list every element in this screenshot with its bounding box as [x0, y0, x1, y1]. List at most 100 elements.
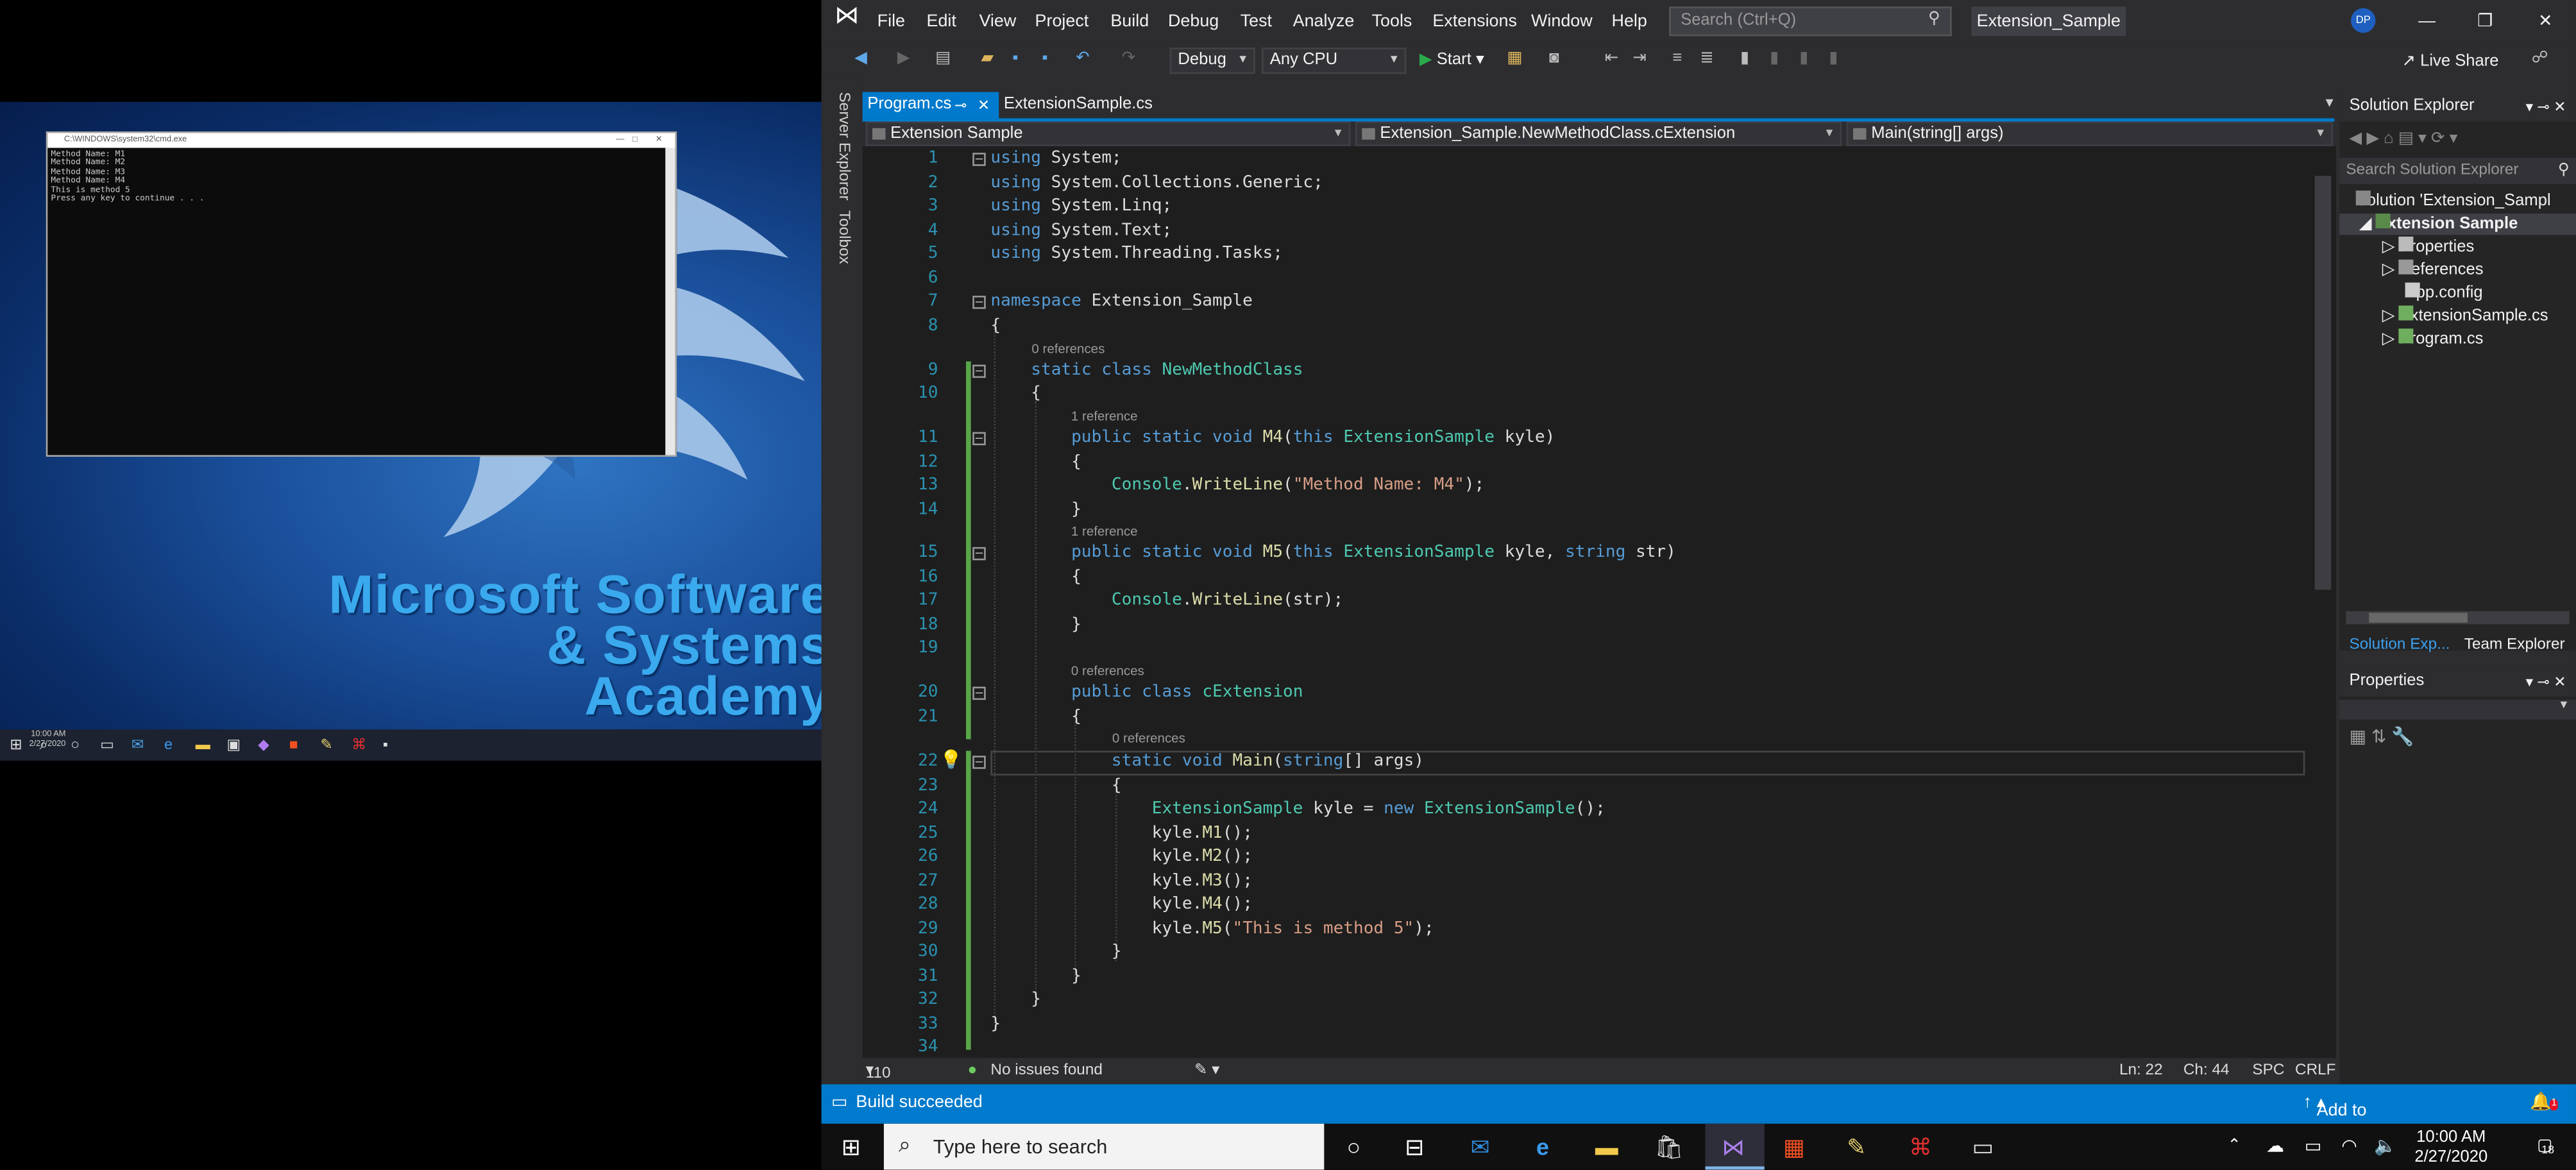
terminal-icon[interactable]: ▭: [1968, 1132, 1997, 1162]
mail-icon[interactable]: ✉: [131, 736, 144, 752]
zoom-dropdown[interactable]: 110 % ▾: [866, 1062, 891, 1103]
taskbar-search[interactable]: ⌕ Type here to search: [883, 1123, 1325, 1170]
battery-icon[interactable]: ▭: [2298, 1132, 2328, 1162]
menu-view[interactable]: View: [979, 12, 1016, 31]
camera-icon[interactable]: ◙: [1545, 49, 1564, 69]
quick-search[interactable]: Search (Ctrl+Q) ⚲: [1669, 6, 1952, 37]
codelens-references[interactable]: 0 references: [1031, 342, 1105, 359]
edge-icon[interactable]: e: [164, 736, 173, 752]
close-icon[interactable]: ✕: [978, 92, 990, 118]
redo-icon[interactable]: ↷: [1119, 49, 1139, 69]
tab-overflow-icon[interactable]: ▼: [2323, 96, 2336, 110]
minimize-icon[interactable]: —: [2418, 12, 2436, 31]
tab-program-cs[interactable]: Program.cs ⊸ ✕: [862, 92, 999, 119]
tree-properties[interactable]: ▷ Properties: [2382, 236, 2474, 258]
file-explorer-icon[interactable]: ▬: [196, 736, 210, 752]
office-icon[interactable]: ■: [289, 736, 298, 752]
console-scrollbar[interactable]: [665, 148, 675, 455]
task-view-icon[interactable]: ▭: [100, 736, 114, 752]
taskbar-clock[interactable]: 10:00 AM 2/27/2020: [2402, 1129, 2500, 1168]
scrollbar-thumb[interactable]: [2314, 176, 2332, 590]
solution-search[interactable]: Search Solution Explorer ⚲: [2339, 157, 2576, 184]
menu-file[interactable]: File: [877, 12, 905, 31]
solution-hscroll[interactable]: [2346, 611, 2570, 625]
pin-icon[interactable]: ⊸: [954, 92, 967, 118]
menu-analyze[interactable]: Analyze: [1293, 12, 1355, 31]
collapse-icon[interactable]: −: [972, 686, 986, 700]
visual-studio-icon[interactable]: ⋈: [1718, 1132, 1748, 1162]
tree-project[interactable]: ◢ Extension Sample: [2359, 213, 2518, 235]
properties-toolbar[interactable]: ▦ ⇅ 🔧: [2350, 726, 2414, 749]
attach-icon[interactable]: ▦: [1505, 49, 1525, 69]
user-avatar[interactable]: DP: [2351, 8, 2376, 33]
collapse-icon[interactable]: −: [972, 547, 986, 561]
menu-window[interactable]: Window: [1531, 12, 1593, 31]
menu-help[interactable]: Help: [1612, 12, 1647, 31]
app-icon[interactable]: ✎: [320, 736, 332, 752]
task-view-icon[interactable]: ⊟: [1400, 1132, 1429, 1162]
save-icon[interactable]: ▪: [1005, 49, 1025, 69]
pdf-icon[interactable]: ⌘: [1906, 1132, 1935, 1162]
cortana-icon[interactable]: ○: [1339, 1132, 1368, 1162]
menu-test[interactable]: Test: [1241, 12, 1272, 31]
bookmark-next-icon[interactable]: ▮: [1794, 49, 1814, 69]
edge-icon[interactable]: e: [1528, 1132, 1557, 1162]
solution-explorer-toolbar[interactable]: ◀ ▶ ⌂ ▤ ▾ ⟳ ▾: [2350, 128, 2458, 151]
line-ending-indicator[interactable]: CRLF: [2295, 1062, 2336, 1081]
restore-icon[interactable]: ❐: [2477, 12, 2493, 31]
back-icon[interactable]: ◀: [851, 49, 871, 69]
menu-tools[interactable]: Tools: [1372, 12, 1412, 31]
codelens-references[interactable]: 0 references: [1071, 664, 1144, 681]
line-indicator[interactable]: Ln: 22: [2119, 1062, 2163, 1081]
close-icon[interactable]: ✕: [2538, 12, 2553, 31]
properties-object-dropdown[interactable]: ▼: [2339, 700, 2576, 720]
collapse-icon[interactable]: −: [972, 756, 986, 769]
tree-extensionsample-cs[interactable]: ▷ ExtensionSample.cs: [2382, 305, 2548, 326]
outdent-icon[interactable]: ≣: [1697, 49, 1717, 69]
tab-team-explorer[interactable]: Team Explorer: [2464, 636, 2565, 656]
step-icon[interactable]: ⇤: [1602, 49, 1622, 69]
step-over-icon[interactable]: ⇥: [1630, 49, 1650, 69]
menu-build[interactable]: Build: [1110, 12, 1149, 31]
tree-program-cs[interactable]: ▷ Program.cs: [2382, 328, 2483, 350]
panel-controls-icon[interactable]: ▾ ⊸ ✕: [2526, 92, 2566, 121]
tree-references[interactable]: ▷ References: [2382, 259, 2484, 281]
member-dropdown[interactable]: Main(string[] args) ▼: [1846, 121, 2333, 146]
panel-controls-icon[interactable]: ▾ ⊸ ✕: [2526, 667, 2566, 697]
terminal-icon[interactable]: ▪: [383, 736, 388, 752]
tab-solution-explorer[interactable]: Solution Exp...: [2350, 636, 2450, 656]
indent-icon[interactable]: ≡: [1668, 49, 1688, 69]
collapse-icon[interactable]: −: [972, 296, 986, 309]
office-icon[interactable]: ▦: [1779, 1132, 1809, 1162]
type-dropdown[interactable]: Extension_Sample.NewMethodClass.cExtensi…: [1355, 121, 1842, 146]
tree-app-config[interactable]: App.config: [2405, 282, 2483, 304]
store-icon[interactable]: ▣: [226, 736, 241, 752]
brush-icon[interactable]: ✎ ▾: [1194, 1062, 1219, 1081]
forward-icon[interactable]: ▶: [894, 49, 913, 69]
scrollbar-thumb[interactable]: [2369, 613, 2468, 623]
bookmark-clear-icon[interactable]: ▮: [1824, 49, 1843, 69]
minimize-icon[interactable]: —: [616, 135, 624, 144]
toolbox-tab[interactable]: Toolbox: [833, 210, 852, 264]
collapse-icon[interactable]: −: [972, 153, 986, 166]
menu-edit[interactable]: Edit: [927, 12, 956, 31]
platform-dropdown[interactable]: Any CPU ▼: [1262, 47, 1407, 74]
server-explorer-tab[interactable]: Server Explorer: [833, 92, 852, 200]
pdf-icon[interactable]: ⌘: [352, 736, 366, 752]
output-icon[interactable]: ▭: [831, 1092, 847, 1114]
codelens-references[interactable]: 0 references: [1112, 731, 1185, 748]
wifi-icon[interactable]: ◠: [2334, 1132, 2364, 1162]
menu-extensions[interactable]: Extensions: [1432, 12, 1517, 31]
feedback-icon[interactable]: ☍: [2530, 49, 2550, 69]
collapse-icon[interactable]: −: [972, 432, 986, 446]
windows-start-icon[interactable]: ⊞: [10, 736, 22, 752]
code-editor[interactable]: 💡 1− using System; 2 using System.Collecti…: [862, 146, 2337, 1058]
new-project-icon[interactable]: ▤: [933, 49, 953, 69]
collapse-icon[interactable]: −: [972, 364, 986, 377]
cortana-icon[interactable]: ○: [71, 736, 80, 752]
close-icon[interactable]: ✕: [656, 135, 663, 144]
save-all-icon[interactable]: ▪: [1035, 49, 1055, 69]
open-folder-icon[interactable]: ▰: [978, 49, 997, 69]
codelens-references[interactable]: 1 reference: [1071, 524, 1138, 541]
windows-start-icon[interactable]: ⊞: [836, 1132, 866, 1162]
